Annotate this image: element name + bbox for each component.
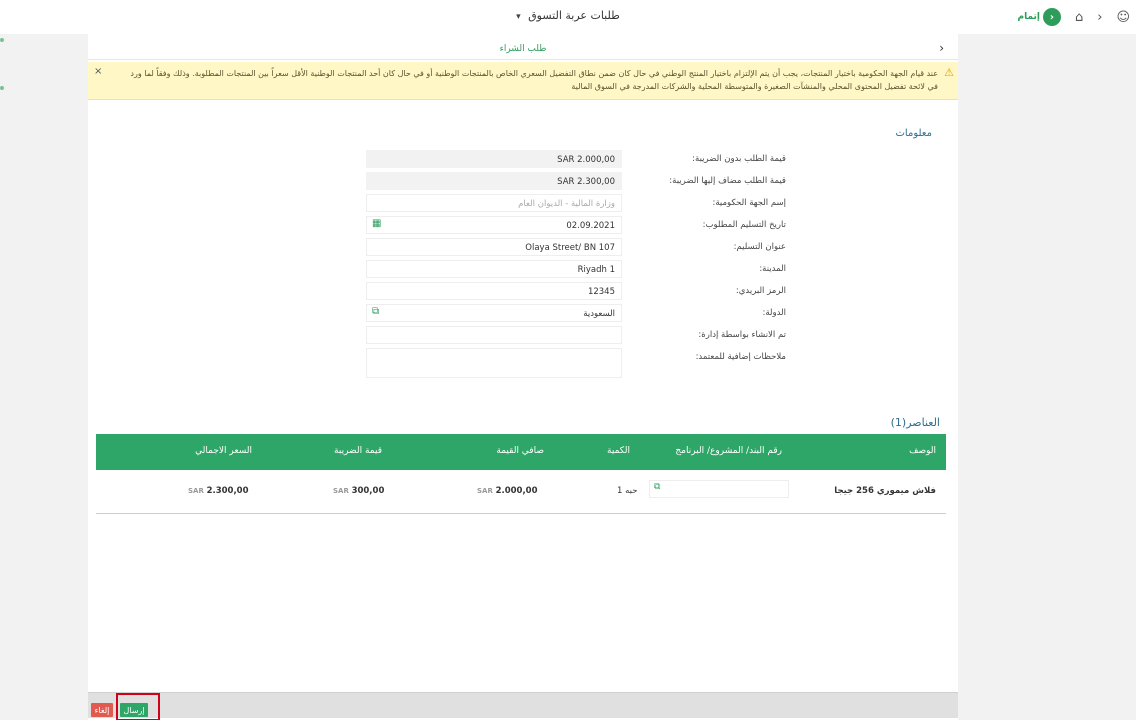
notes-textarea[interactable] bbox=[366, 348, 622, 378]
table-header: الوصف رقم البند/ المشروع/ البرنامج الكمي… bbox=[96, 434, 946, 470]
side-dot bbox=[0, 38, 4, 42]
back-chevron-icon[interactable]: › bbox=[939, 41, 944, 55]
main-panel: طلب الشراء › ⚠ عند قيام الجهة الحكومية ب… bbox=[88, 34, 958, 720]
field-created-by: تم الانشاء بواسطة إدارة: bbox=[366, 326, 786, 346]
brand-logo[interactable]: إتمام › bbox=[1017, 8, 1061, 26]
cancel-button[interactable]: إلغاء bbox=[91, 703, 113, 717]
warning-icon: ⚠ bbox=[944, 66, 954, 79]
col-quantity[interactable]: الكمية bbox=[607, 446, 630, 456]
field-label: قيمة الطلب مضاف إليها الضريبة: bbox=[669, 176, 786, 186]
notice-text: عند قيام الجهة الحكومية باختيار المنتجات… bbox=[130, 69, 938, 91]
field-label: قيمة الطلب بدون الضريبة: bbox=[692, 154, 786, 164]
field-city: المدينة: Riyadh 1 bbox=[366, 260, 786, 280]
delivery-address-input[interactable]: Olaya Street/ BN 107 bbox=[366, 238, 622, 256]
page-title-dropdown[interactable]: طلبات عربة التسوق ▾ bbox=[0, 9, 1136, 22]
field-net-value: قيمة الطلب بدون الضريبة: SAR 2.000,00 bbox=[366, 150, 786, 170]
sub-header-title: طلب الشراء bbox=[499, 44, 547, 54]
field-notes: ملاحظات إضافية للمعتمد: bbox=[366, 348, 786, 378]
table-row[interactable]: فلاش ميموري 256 جيجا ⧉ 1 حبه SAR 2.000,0… bbox=[96, 470, 946, 514]
items-table: الوصف رقم البند/ المشروع/ البرنامج الكمي… bbox=[96, 434, 946, 514]
field-label: ملاحظات إضافية للمعتمد: bbox=[695, 352, 786, 362]
field-label: تاريخ التسليم المطلوب: bbox=[702, 220, 786, 230]
postal-code-input[interactable]: 12345 bbox=[366, 282, 622, 300]
home-icon[interactable]: ⌂ bbox=[1075, 10, 1083, 25]
info-section-title: معلومات bbox=[895, 128, 932, 139]
country-input[interactable]: السعودية bbox=[366, 304, 622, 322]
calendar-icon[interactable]: ▦ bbox=[372, 218, 381, 229]
sub-header: طلب الشراء › bbox=[88, 38, 958, 60]
field-label: إسم الجهة الحكومية: bbox=[712, 198, 786, 208]
field-value: وزارة المالية - الديوان العام bbox=[366, 194, 622, 212]
side-indicators bbox=[0, 38, 6, 134]
field-gross-value: قيمة الطلب مضاف إليها الضريبة: SAR 2.300… bbox=[366, 172, 786, 192]
chevron-down-icon: ▾ bbox=[516, 12, 521, 22]
field-label: الدولة: bbox=[762, 308, 786, 318]
brand-logo-icon: › bbox=[1042, 8, 1061, 26]
item-total-price: SAR 2.300,00 bbox=[188, 486, 249, 496]
top-nav: إتمام › ⌂ › ☺ bbox=[1017, 6, 1130, 28]
field-value: SAR 2.000,00 bbox=[366, 150, 622, 168]
copy-icon[interactable]: ⧉ bbox=[372, 306, 379, 317]
col-description[interactable]: الوصف bbox=[909, 446, 936, 456]
send-button-highlight bbox=[116, 693, 160, 720]
field-postal-code: الرمز البريدي: 12345 bbox=[366, 282, 786, 302]
col-total-price[interactable]: السعر الاجمالي bbox=[195, 446, 252, 456]
created-by-input[interactable] bbox=[366, 326, 622, 344]
field-label: المدينة: bbox=[759, 264, 786, 274]
city-input[interactable]: Riyadh 1 bbox=[366, 260, 622, 278]
field-delivery-date: تاريخ التسليم المطلوب: 02.09.2021 ▦ bbox=[366, 216, 786, 236]
field-value: SAR 2.300,00 bbox=[366, 172, 622, 190]
close-icon[interactable]: × bbox=[94, 66, 102, 77]
field-delivery-address: عنوان التسليم: Olaya Street/ BN 107 bbox=[366, 238, 786, 258]
item-net-value: SAR 2.000,00 bbox=[477, 486, 538, 496]
chevron-right-icon[interactable]: › bbox=[1097, 10, 1102, 25]
page-title: طلبات عربة التسوق bbox=[528, 9, 620, 22]
field-label: تم الانشاء بواسطة إدارة: bbox=[698, 330, 786, 340]
copy-icon[interactable]: ⧉ bbox=[654, 482, 660, 492]
user-icon[interactable]: ☺ bbox=[1116, 10, 1130, 25]
delivery-date-input[interactable]: 02.09.2021 bbox=[366, 216, 622, 234]
side-dot bbox=[0, 86, 4, 90]
project-input[interactable]: ⧉ bbox=[649, 480, 789, 498]
col-net-value[interactable]: صافي القيمة bbox=[496, 446, 544, 456]
action-footer: إلغاء إرسال bbox=[88, 692, 958, 720]
field-country: الدولة: السعودية ⧉ bbox=[366, 304, 786, 324]
col-tax-value[interactable]: قيمة الضريبة bbox=[334, 446, 382, 456]
notice-banner: ⚠ عند قيام الجهة الحكومية باختيار المنتج… bbox=[88, 62, 958, 100]
field-government-entity: إسم الجهة الحكومية: وزارة المالية - الدي… bbox=[366, 194, 786, 214]
item-tax-value: SAR 300,00 bbox=[333, 486, 385, 496]
item-quantity: 1 حبه bbox=[617, 486, 638, 496]
items-section-title: العناصر(1) bbox=[890, 416, 940, 429]
field-label: عنوان التسليم: bbox=[733, 242, 786, 252]
item-description: فلاش ميموري 256 جيجا bbox=[834, 486, 936, 496]
col-project[interactable]: رقم البند/ المشروع/ البرنامج bbox=[675, 446, 782, 456]
field-label: الرمز البريدي: bbox=[735, 286, 786, 296]
brand-label: إتمام bbox=[1017, 12, 1040, 22]
top-bar: طلبات عربة التسوق ▾ إتمام › ⌂ › ☺ bbox=[0, 0, 1136, 34]
